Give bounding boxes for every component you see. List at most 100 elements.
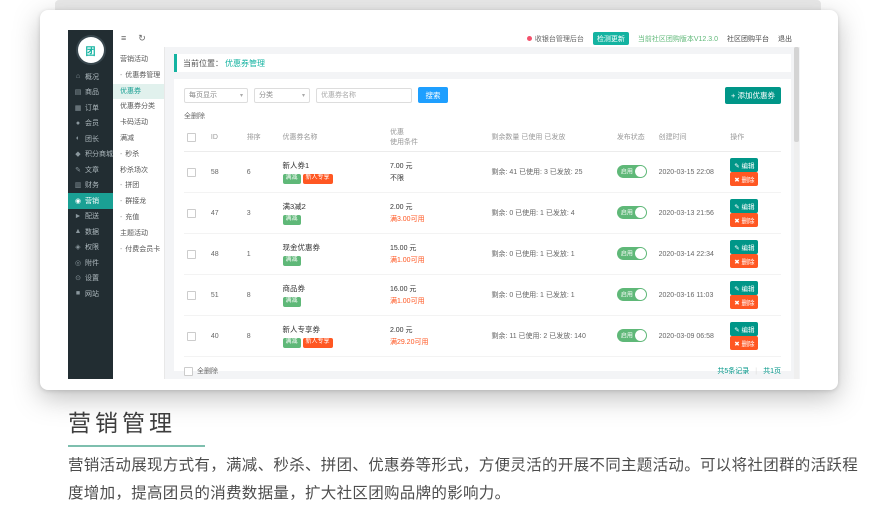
row-checkbox[interactable] xyxy=(187,291,196,300)
status-toggle[interactable]: 启用 xyxy=(617,165,647,178)
row-checkbox[interactable] xyxy=(187,332,196,341)
submenu-item-full-reduction[interactable]: 满减 xyxy=(113,131,164,147)
sidebar-item-marketing[interactable]: ◉营销 xyxy=(68,193,113,209)
edit-label: 编辑 xyxy=(740,245,755,252)
submenu-item-seckill[interactable]: - 秒杀 xyxy=(113,147,164,163)
submenu-item-group-buy[interactable]: - 拼团 xyxy=(113,178,164,194)
sidebar-item-goods[interactable]: ▤商品 xyxy=(68,85,113,101)
column-header: ID xyxy=(208,123,244,152)
batch-delete-label[interactable]: 全删除 xyxy=(184,111,781,121)
check-update-badge[interactable]: 检测更新 xyxy=(593,32,629,45)
submenu-item-card-code-activity[interactable]: 卡码活动 xyxy=(113,115,164,131)
coupon-tag: 满减 xyxy=(283,297,301,306)
category-select[interactable]: 分类 ▾ xyxy=(254,88,310,103)
delete-button[interactable]: ✖ 删除 xyxy=(730,336,758,350)
coupon-tag: 满减 xyxy=(283,215,301,224)
submenu-item-seckill-sessions[interactable]: 秒杀场次 xyxy=(113,163,164,179)
delete-button[interactable]: ✖ 删除 xyxy=(730,213,758,227)
site-status-link[interactable]: 收银台管理后台 xyxy=(527,34,584,44)
sidebar-item-permissions[interactable]: ◈权限 xyxy=(68,240,113,256)
page-size-select[interactable]: 每页显示 ▾ xyxy=(184,88,248,103)
header-checkbox[interactable] xyxy=(187,133,196,142)
sidebar-item-attachments[interactable]: ◎附件 xyxy=(68,255,113,271)
submenu-item-coupon-category[interactable]: 优惠券分类 xyxy=(113,99,164,115)
total-records-link[interactable]: 共5条记录 xyxy=(717,366,749,376)
row-checkbox[interactable] xyxy=(187,209,196,218)
status-toggle[interactable]: 启用 xyxy=(617,288,647,301)
toggle-knob xyxy=(635,330,646,341)
category-select-label: 分类 xyxy=(259,90,273,100)
permissions-icon: ◈ xyxy=(74,243,82,251)
breadcrumb-label: 当前位置： xyxy=(183,58,223,69)
submenu-item-coupons[interactable]: 优惠券 xyxy=(113,84,164,100)
discount-cell: 2.00 元满29.20可用 xyxy=(387,316,488,357)
sidebar-item-label: 订单 xyxy=(85,103,99,113)
edit-button[interactable]: ✎ 编辑 xyxy=(730,158,758,172)
edit-button[interactable]: ✎ 编辑 xyxy=(730,199,758,213)
edit-button[interactable]: ✎ 编辑 xyxy=(730,281,758,295)
scrollbar xyxy=(794,47,799,379)
platform-link[interactable]: 社区团购平台 xyxy=(727,34,769,44)
submenu-item-paid-member-card[interactable]: - 付费会员卡 xyxy=(113,242,164,258)
submenu-item-marketing-activity[interactable]: 营销活动 xyxy=(113,52,164,68)
group-marker: - xyxy=(120,151,124,158)
sidebar-item-overview[interactable]: ⌂概况 xyxy=(68,69,113,85)
version-text: 当前社区团购版本V12.3.0 xyxy=(638,34,718,44)
status-toggle[interactable]: 启用 xyxy=(617,247,647,260)
group-marker: - xyxy=(120,72,124,79)
edit-button[interactable]: ✎ 编辑 xyxy=(730,240,758,254)
sidebar-item-data[interactable]: ▲数据 xyxy=(68,224,113,240)
sidebar-item-finance[interactable]: ▥财务 xyxy=(68,178,113,194)
submenu-item-coupon-management[interactable]: - 优惠券管理 xyxy=(113,68,164,84)
delete-button[interactable]: ✖ 删除 xyxy=(730,172,758,186)
sidebar-item-orders[interactable]: ▦订单 xyxy=(68,100,113,116)
attachments-icon: ◎ xyxy=(74,259,82,267)
submenu-item-theme-activity[interactable]: 主题活动 xyxy=(113,226,164,242)
page-size-select-label: 每页显示 xyxy=(189,90,217,100)
coupon-name-input[interactable] xyxy=(316,88,412,103)
hamburger-icon[interactable]: ≡ xyxy=(121,34,126,43)
stats-cell: 剩余: 0 已使用: 1 已发放: 1 xyxy=(488,275,613,316)
orders-icon: ▦ xyxy=(74,104,82,112)
status-toggle[interactable]: 启用 xyxy=(617,206,647,219)
edit-label: 编辑 xyxy=(740,204,755,211)
group-marker: - xyxy=(120,214,124,221)
status-cell: 启用 xyxy=(614,234,656,275)
submenu-item-label: 群接龙 xyxy=(125,198,146,205)
created-cell: 2020-03-13 21:56 xyxy=(656,193,728,234)
group-marker: - xyxy=(120,246,124,253)
table-footer: 全删除 共5条记录 | 共1页 xyxy=(184,366,781,376)
select-all-checkbox[interactable] xyxy=(184,367,193,376)
sidebar-item-points-mall[interactable]: ◆积分商城 xyxy=(68,147,113,163)
stats-cell: 剩余: 0 已使用: 1 已发放: 4 xyxy=(488,193,613,234)
avatar[interactable]: 团 xyxy=(78,37,104,63)
logout-link[interactable]: 退出 xyxy=(778,34,792,44)
status-toggle[interactable]: 启用 xyxy=(617,329,647,342)
filter-bar: 每页显示 ▾ 分类 ▾ 搜索 xyxy=(184,87,781,103)
delete-button[interactable]: ✖ 删除 xyxy=(730,295,758,309)
status-cell: 启用 xyxy=(614,316,656,357)
row-checkbox[interactable] xyxy=(187,168,196,177)
sidebar-item-leaders[interactable]: ◐团长 xyxy=(68,131,113,147)
total-pages-link[interactable]: 共1页 xyxy=(763,366,781,376)
submenu-item-recharge[interactable]: - 充值 xyxy=(113,210,164,226)
refresh-icon[interactable]: ↻ xyxy=(138,34,146,43)
sidebar-item-articles[interactable]: ✎文章 xyxy=(68,162,113,178)
sidebar-item-delivery[interactable]: ►配送 xyxy=(68,209,113,225)
add-coupon-button[interactable]: + 添加优惠券 xyxy=(725,87,781,104)
edit-button[interactable]: ✎ 编辑 xyxy=(730,322,758,336)
sidebar-item-settings[interactable]: ⊙设置 xyxy=(68,271,113,287)
sidebar-item-members[interactable]: ●会员 xyxy=(68,116,113,132)
submenu-item-label: 优惠券分类 xyxy=(120,103,155,110)
search-button[interactable]: 搜索 xyxy=(418,87,448,103)
sidebar-item-label: 商品 xyxy=(85,87,99,97)
stats-cell: 剩余: 0 已使用: 1 已发放: 1 xyxy=(488,234,613,275)
delete-button[interactable]: ✖ 删除 xyxy=(730,254,758,268)
submenu-item-group-chain[interactable]: - 群接龙 xyxy=(113,194,164,210)
footer-batch-delete-label[interactable]: 全删除 xyxy=(197,366,218,376)
row-checkbox[interactable] xyxy=(187,250,196,259)
column-header: 优惠券名称 xyxy=(280,123,387,152)
sidebar-item-label: 文章 xyxy=(85,165,99,175)
scrollbar-thumb[interactable] xyxy=(794,47,799,142)
sidebar-item-website[interactable]: ■网站 xyxy=(68,286,113,302)
